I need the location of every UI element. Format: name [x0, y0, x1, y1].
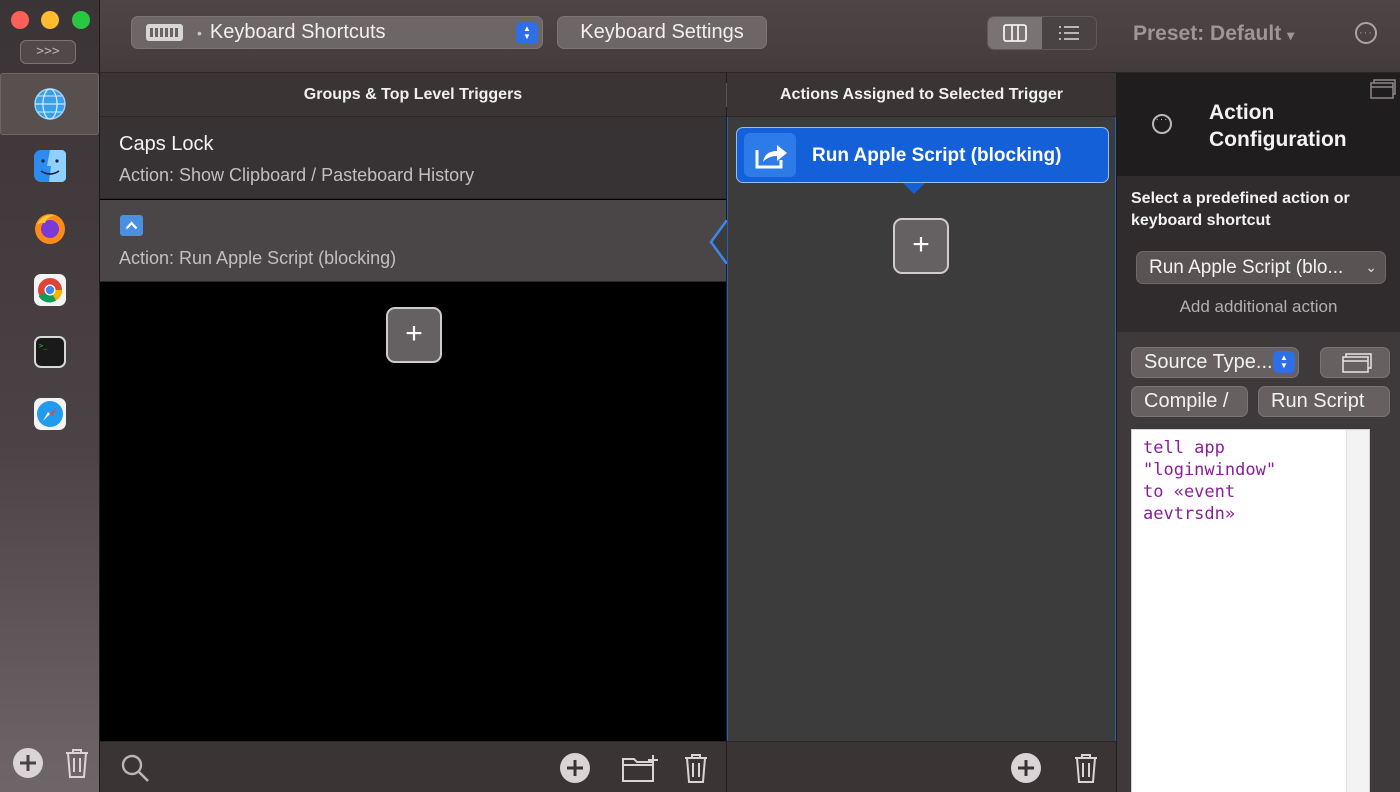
firefox-icon [34, 214, 65, 244]
trigger-row-control[interactable]: Action: Run Apple Script (blocking) [100, 200, 726, 282]
terminal-icon: >_ [33, 336, 66, 368]
share-arrow-icon [744, 133, 796, 177]
chrome-icon [33, 274, 66, 306]
toolbar: • Keyboard Shortcuts ▲ ▼ Keyboard Setting… [100, 0, 1400, 73]
search-icon[interactable] [118, 751, 152, 785]
trash-icon[interactable] [1069, 751, 1103, 785]
expand-sidebar-button[interactable]: >>> [20, 40, 76, 64]
new-folder-icon[interactable] [620, 751, 660, 785]
action-card[interactable]: Run Apple Script (blocking) [736, 127, 1109, 194]
app-item-safari[interactable] [0, 383, 99, 445]
actions-header: Actions Assigned to Selected Trigger [727, 73, 1116, 117]
safari-icon [33, 398, 66, 430]
columns-view-button[interactable] [988, 17, 1042, 49]
add-additional-action-link[interactable]: Add additional action [1117, 297, 1400, 317]
script-text: tell app "loginwindow" to «event aevtrsdn» [1132, 430, 1369, 525]
config-header: ··· Action Configuration [1117, 73, 1400, 176]
app-item-terminal[interactable]: >_ [0, 321, 99, 383]
trash-icon[interactable] [60, 746, 94, 780]
open-editor-window-button[interactable] [1320, 347, 1390, 378]
window-icon [1342, 353, 1372, 373]
script-line: "loginwindow" [1143, 460, 1277, 480]
trigger-title: Caps Lock [119, 133, 214, 155]
popup-stepper-icon: ▲ ▼ [1273, 351, 1295, 373]
actions-list: Run Apple Script (blocking) + [727, 117, 1116, 741]
preset-label: Preset: Default [1133, 22, 1282, 45]
config-options-icon[interactable]: ··· [1152, 114, 1172, 134]
close-window-button[interactable] [11, 11, 29, 29]
control-key-icon [120, 215, 143, 236]
zoom-window-button[interactable] [72, 11, 90, 29]
keyboard-settings-button[interactable]: Keyboard Settings [557, 16, 767, 49]
triggers-list: Caps Lock Action: Show Clipboard / Paste… [100, 117, 726, 741]
trigger-row-caps-lock[interactable]: Caps Lock Action: Show Clipboard / Paste… [100, 117, 726, 199]
svg-text:>_: >_ [39, 342, 48, 350]
actions-bottom-bar [727, 741, 1116, 792]
script-line: tell app [1143, 438, 1225, 458]
add-trigger-icon[interactable] [558, 751, 592, 785]
list-icon [1059, 26, 1079, 40]
chevron-down-icon: ⌄ [1365, 259, 1377, 275]
trigger-action: Action: Run Apple Script (blocking) [119, 248, 397, 268]
minimize-window-button[interactable] [41, 11, 59, 29]
action-label: Run Apple Script (blocking) [812, 145, 1062, 166]
finder-icon [33, 150, 66, 182]
columns-icon [1003, 24, 1027, 42]
selection-pointer [709, 220, 728, 264]
script-editor[interactable]: tell app "loginwindow" to «event aevtrsdn» [1131, 429, 1370, 792]
add-action-icon[interactable] [1009, 751, 1043, 785]
globe-icon [33, 88, 66, 120]
source-type-popup[interactable]: Source Type... ▲ ▼ [1131, 347, 1299, 378]
add-action-button[interactable]: + [893, 218, 949, 274]
script-line: to «event [1143, 482, 1236, 502]
selected-action-label: Run Apple Script (blo... [1149, 257, 1344, 278]
view-mode-segmented-control [987, 16, 1097, 50]
trash-icon[interactable] [679, 751, 713, 785]
app-sidebar: >>> >_ [0, 0, 100, 792]
app-item-finder[interactable] [0, 135, 99, 197]
source-type-label: Source Type... [1144, 351, 1273, 373]
popup-bullet: • [197, 24, 202, 41]
action-card-pointer [903, 183, 925, 194]
add-trigger-button[interactable]: + [386, 307, 442, 363]
list-view-button[interactable] [1042, 17, 1096, 49]
action-configuration-panel: ··· Action Configuration Select a predef… [1117, 73, 1400, 792]
action-select-section: Select a predefined action or keyboard s… [1117, 176, 1400, 332]
triggers-bottom-bar [100, 741, 726, 792]
trigger-type-popup[interactable]: • Keyboard Shortcuts ▲ ▼ [131, 16, 543, 49]
script-line: aevtrsdn» [1143, 504, 1236, 524]
chevron-down-icon: ▾ [1287, 27, 1295, 43]
popup-stepper-icon: ▲ ▼ [516, 22, 538, 44]
detach-window-icon[interactable] [1370, 79, 1396, 99]
triggers-header: Groups & Top Level Triggers [100, 73, 726, 117]
script-editor-section: Source Type... ▲ ▼ Compile / Run Script t… [1117, 332, 1400, 792]
keyboard-icon [146, 24, 183, 41]
config-title: Action Configuration [1209, 101, 1347, 151]
trigger-type-label: Keyboard Shortcuts [209, 21, 386, 43]
more-options-icon[interactable]: ··· [1355, 22, 1377, 44]
add-app-icon[interactable] [11, 746, 45, 780]
run-script-button[interactable]: Run Script [1258, 386, 1390, 417]
trigger-action: Action: Show Clipboard / Pasteboard Hist… [119, 165, 475, 185]
app-item-chrome[interactable] [0, 259, 99, 321]
compile-button[interactable]: Compile / [1131, 386, 1248, 417]
editor-scrollbar[interactable] [1346, 430, 1369, 792]
preset-selector[interactable]: Preset: Default ▾ [1133, 22, 1294, 46]
action-select-prompt: Select a predefined action or keyboard s… [1131, 190, 1350, 229]
predefined-action-select[interactable]: Run Apple Script (blo... ⌄ [1136, 251, 1386, 284]
app-item-firefox[interactable] [0, 197, 99, 259]
app-item-global[interactable] [0, 73, 99, 135]
header-divider [726, 83, 727, 107]
